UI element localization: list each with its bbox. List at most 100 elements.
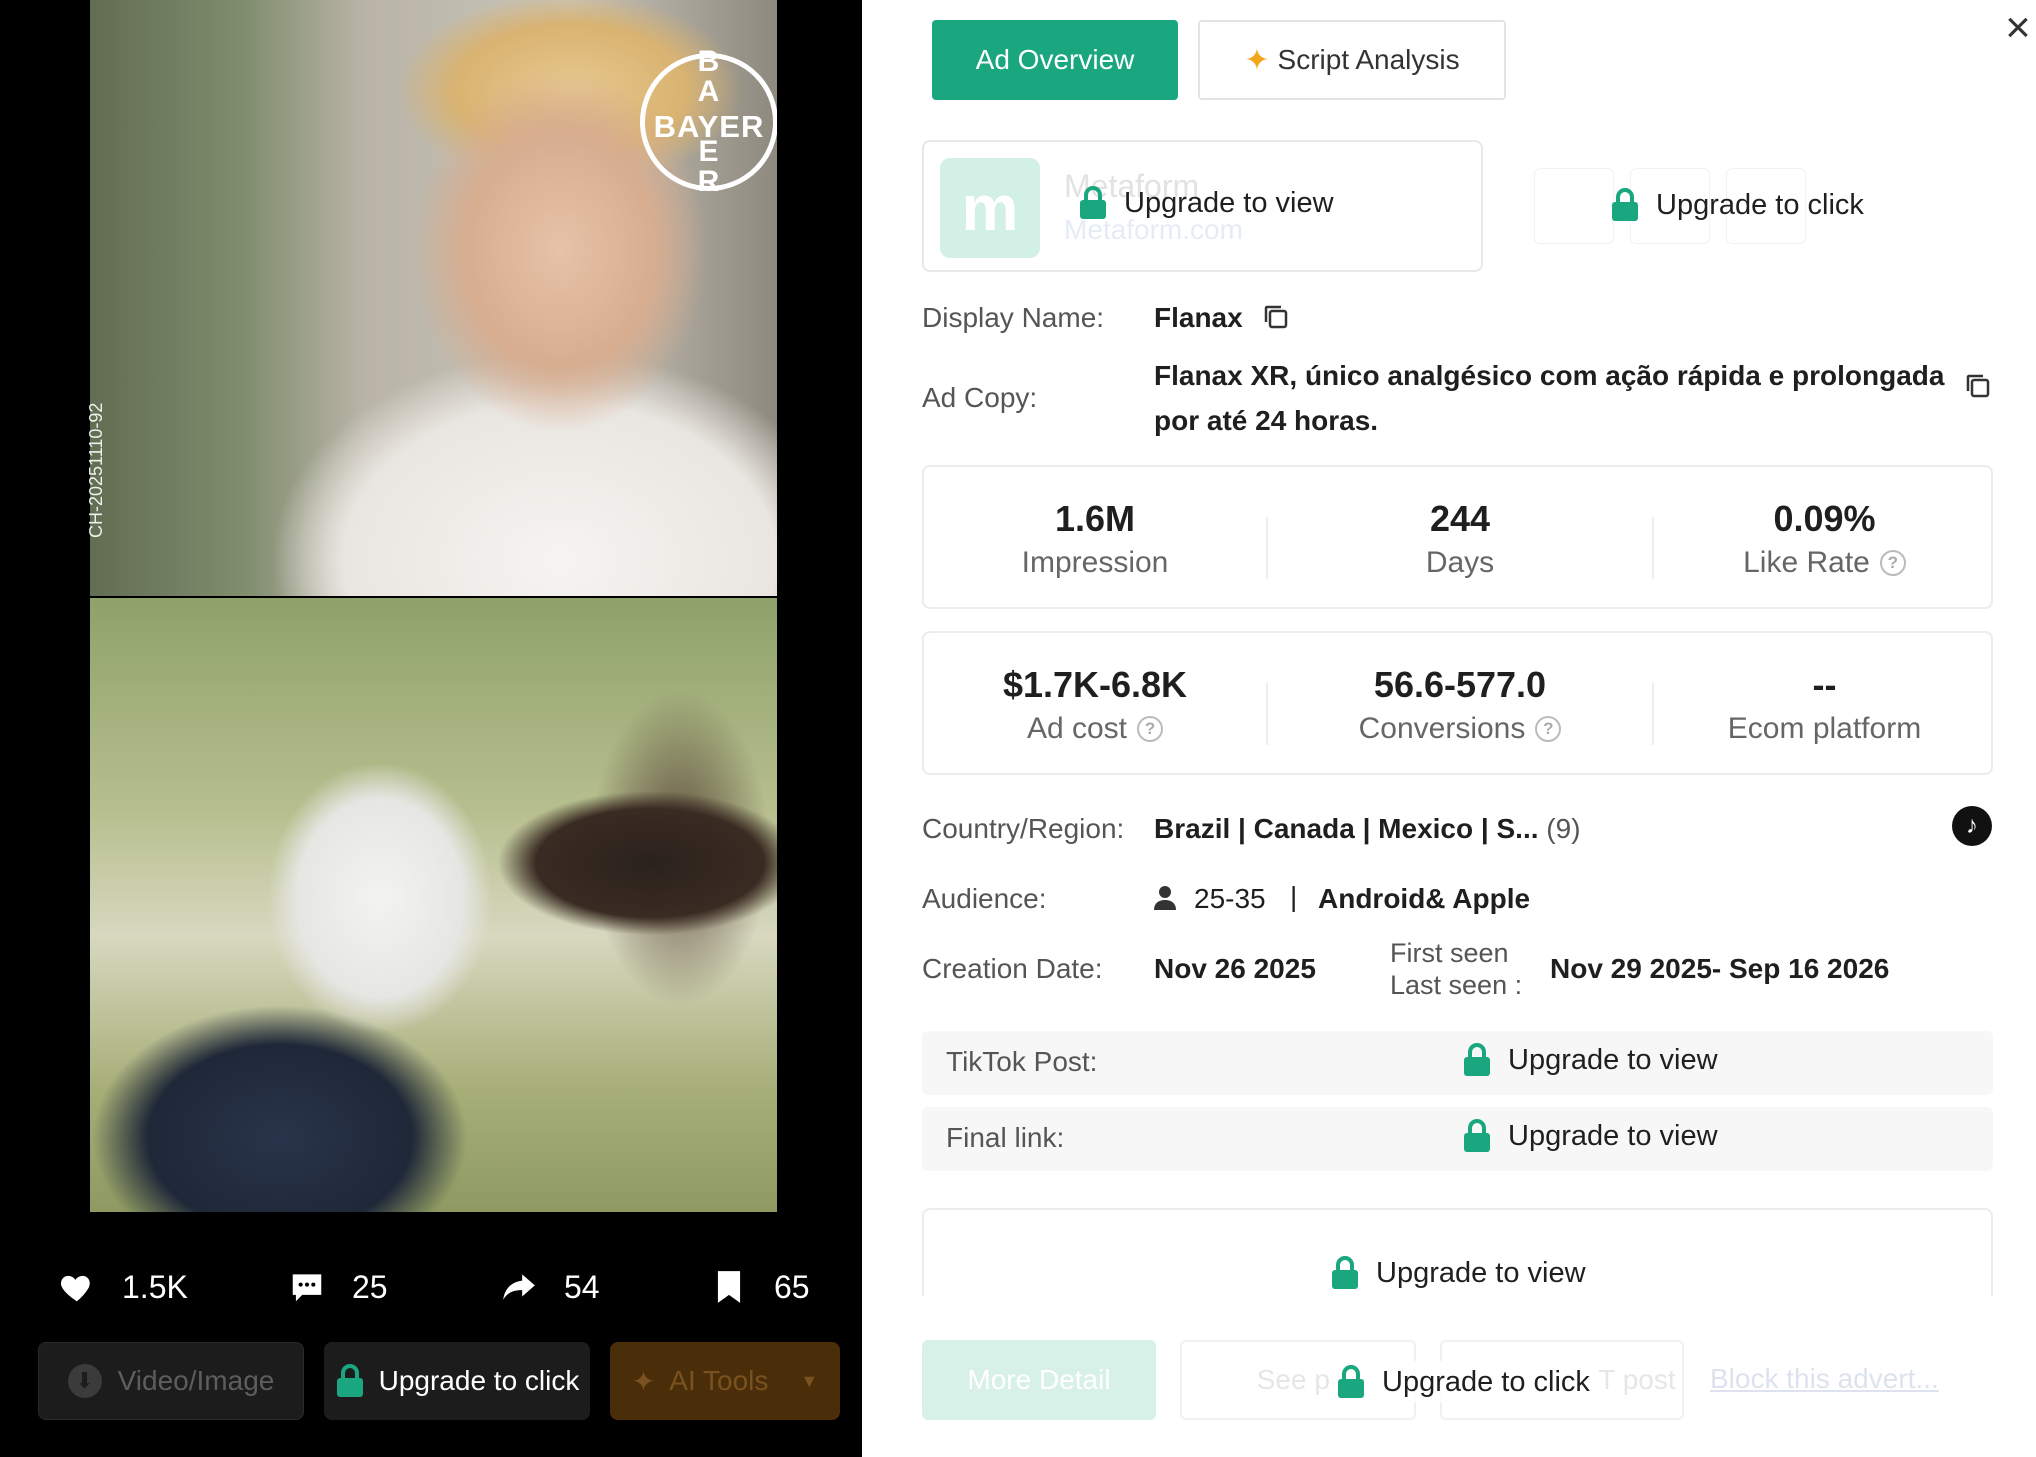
tiktok-post-upgrade[interactable]: Upgrade to view — [1462, 1043, 1718, 1077]
help-icon[interactable]: ? — [1137, 716, 1164, 742]
user-icon — [1154, 886, 1176, 910]
lock-icon — [1332, 1256, 1358, 1289]
likes-stat: 1.5K — [58, 1262, 188, 1312]
metric-ecom-platform: -- Ecom platform — [1654, 633, 1995, 777]
download-label: Video/Image — [117, 1365, 275, 1396]
metric-label: Ad cost — [1026, 712, 1128, 745]
likes-count: 1.5K — [122, 1268, 188, 1305]
advertiser-upgrade-click[interactable]: Upgrade to click — [1610, 188, 1864, 222]
ai-tools-button[interactable]: ✦ AI Tools ▼ — [610, 1342, 840, 1420]
bookmark-icon — [717, 1271, 741, 1303]
tiktok-icon: ♪ — [1952, 806, 1992, 846]
metric-value: 1.6M — [1054, 498, 1136, 539]
country-list: Brazil | Canada | Mexico | S... — [1154, 813, 1539, 844]
see-preview-label: See pr — [1256, 1364, 1340, 1395]
shares-count: 54 — [564, 1268, 600, 1305]
more-detail-button[interactable]: More Detail — [922, 1340, 1156, 1420]
lock-icon — [1464, 1043, 1490, 1076]
metric-label: Days — [1425, 546, 1495, 579]
upgrade-view-label: Upgrade to view — [1124, 186, 1334, 219]
final-link-row: Final link: Upgrade to view — [922, 1107, 1993, 1171]
display-name-value: Flanax — [1154, 302, 1243, 333]
ai-tools-label: AI Tools — [669, 1365, 769, 1396]
ad-video-preview[interactable]: BA ER BAYER — [90, 0, 777, 1212]
script-analysis-label: Script Analysis — [1277, 44, 1460, 75]
creation-date-value: Nov 26 2025 — [1154, 953, 1316, 984]
lock-icon — [336, 1364, 363, 1397]
comments-stat: 25 — [288, 1262, 388, 1312]
sparkle-icon: ✦ — [631, 1365, 656, 1397]
side-code-text: CH-20251110-92 — [86, 402, 106, 538]
comment-icon — [292, 1274, 322, 1302]
seen-range-value: Nov 29 2025- Sep 16 2026 — [1550, 953, 1890, 984]
metrics-card-performance: 1.6M Impression 244 Days 0.09% Like Rate… — [922, 465, 1993, 609]
metric-conversions: 56.6-577.0 Conversions? — [1268, 633, 1652, 777]
share-icon — [503, 1274, 535, 1300]
download-icon: ⬇ — [67, 1364, 102, 1398]
copy-icon[interactable] — [1262, 303, 1290, 331]
help-icon[interactable]: ? — [1879, 550, 1906, 576]
engagement-stats: 1.5K 25 54 65 — [0, 1262, 862, 1312]
advertiser-upgrade-view[interactable]: Upgrade to view — [1078, 186, 1334, 220]
metrics-card-cost: $1.7K-6.8K Ad cost? 56.6-577.0 Conversio… — [922, 631, 1993, 775]
country-count: (9) — [1546, 813, 1581, 844]
metric-ad-cost: $1.7K-6.8K Ad cost? — [924, 633, 1266, 777]
heart-icon — [61, 1275, 90, 1302]
lock-icon — [1080, 186, 1106, 219]
help-icon[interactable]: ? — [1535, 716, 1562, 742]
metric-value: 244 — [1429, 498, 1491, 539]
metric-value: $1.7K-6.8K — [1002, 664, 1188, 705]
metric-caption: Ad cost? — [1026, 712, 1164, 746]
audience-label: Audience: — [922, 883, 1047, 914]
copy-icon[interactable] — [1964, 372, 1992, 400]
upgrade-view-label: Upgrade to view — [1508, 1043, 1718, 1076]
metric-value: 56.6-577.0 — [1373, 664, 1547, 705]
metric-caption: Impression — [1022, 546, 1169, 580]
metric-label: Impression — [1021, 546, 1169, 579]
tab-ad-overview[interactable]: Ad Overview — [932, 20, 1178, 100]
tiktok-post-label: TikTok Post: — [946, 1046, 1098, 1077]
sparkle-icon: ✦ — [1244, 43, 1270, 77]
ghost-action-1 — [1534, 168, 1614, 244]
country-value: Brazil | Canada | Mexico | S... (9) — [1154, 813, 1581, 845]
upgrade-view-label: Upgrade to view — [1508, 1119, 1718, 1152]
block-advertiser-link[interactable]: Block this advert... — [1710, 1363, 1939, 1395]
final-link-upgrade[interactable]: Upgrade to view — [1462, 1119, 1718, 1153]
audience-age: 25-35 — [1194, 883, 1266, 914]
tab-script-analysis[interactable]: ✦ Script Analysis — [1198, 20, 1506, 100]
display-name-label: Display Name: — [922, 302, 1105, 333]
footer-upgrade-click[interactable]: Upgrade to click — [1330, 1361, 1596, 1403]
metric-like-rate: 0.09% Like Rate? — [1654, 467, 1995, 611]
comments-count: 25 — [352, 1268, 388, 1305]
metric-label: Like Rate — [1743, 546, 1870, 579]
shares-stat: 54 — [500, 1262, 600, 1312]
ad-copy-line1: Flanax XR, único analgésico com ação ráp… — [1154, 360, 1945, 391]
creation-date-label: Creation Date: — [922, 953, 1103, 984]
upgrade-label: Upgrade to click — [378, 1365, 580, 1396]
metric-days: 244 Days — [1268, 467, 1652, 611]
lock-icon — [1612, 188, 1638, 221]
ad-detail-modal: BA ER BAYER CH-20251110-92 1.5K 25 54 65 — [0, 0, 2036, 1457]
bayer-logo: BA ER BAYER — [640, 47, 777, 197]
download-button[interactable]: ⬇ Video/Image — [38, 1342, 304, 1420]
upgrade-view-label: Upgrade to view — [1376, 1256, 1586, 1289]
advertiser-logo: m — [940, 158, 1040, 258]
final-link-label: Final link: — [946, 1122, 1065, 1153]
caret-down-icon: ▼ — [800, 1370, 819, 1391]
metric-caption: Like Rate? — [1743, 546, 1906, 580]
lock-icon — [1464, 1119, 1490, 1152]
more-detail-label: More Detail — [967, 1364, 1111, 1395]
saves-count: 65 — [774, 1268, 810, 1305]
saves-stat: 65 — [710, 1262, 810, 1312]
analytics-upgrade-view[interactable]: Upgrade to view — [1330, 1256, 1586, 1290]
audience-device: Android& Apple — [1318, 883, 1531, 914]
close-icon[interactable]: × — [1998, 6, 2036, 50]
video-frame-bottom — [90, 598, 777, 1212]
upgrade-click-label: Upgrade to click — [1656, 188, 1864, 221]
metric-impression: 1.6M Impression — [924, 467, 1266, 611]
lock-icon — [1338, 1365, 1364, 1398]
upgrade-to-click-button[interactable]: Upgrade to click — [324, 1342, 590, 1420]
metric-caption: Ecom platform — [1728, 712, 1921, 746]
media-panel: BA ER BAYER CH-20251110-92 1.5K 25 54 65 — [0, 0, 862, 1457]
media-actions: ⬇ Video/Image Upgrade to click ✦ AI Tool… — [0, 1342, 862, 1420]
